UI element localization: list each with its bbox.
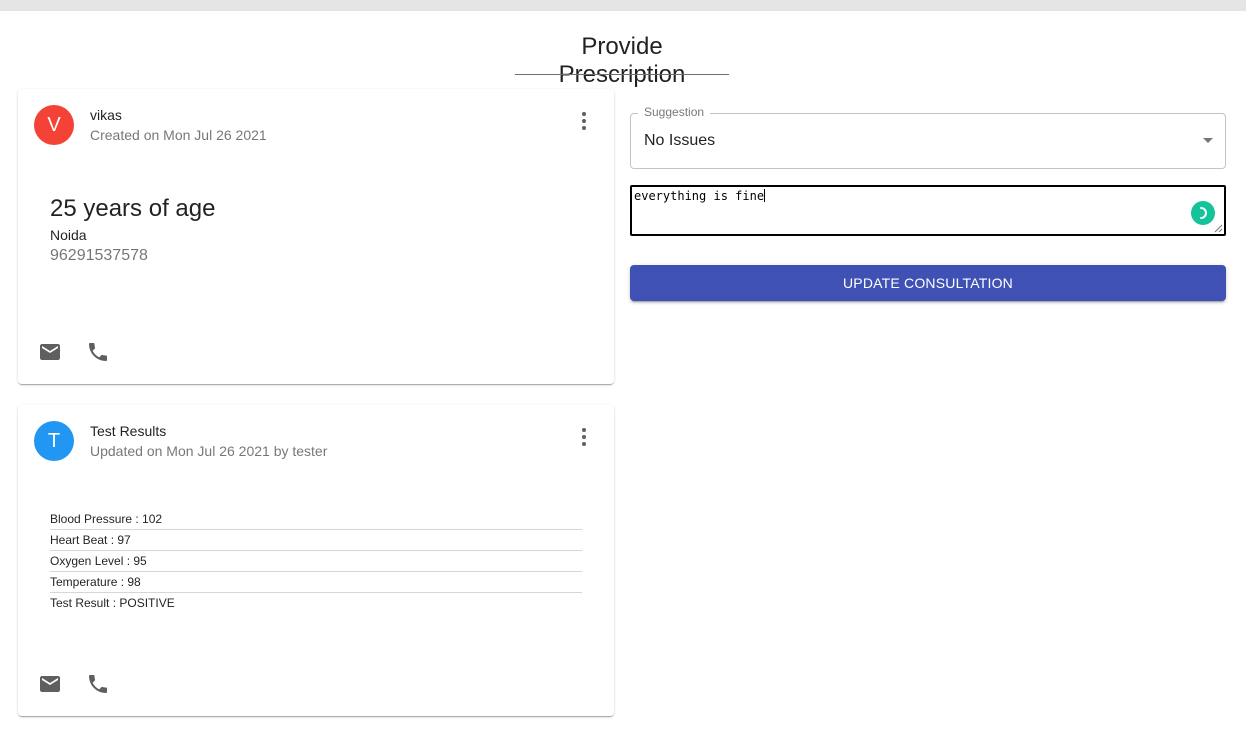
result-row: Temperature : 98 [50,572,582,593]
email-button[interactable] [38,672,62,696]
call-button[interactable] [86,672,110,696]
grammarly-glyph-icon [1200,207,1207,219]
more-vert-icon [582,112,586,130]
patient-phone: 96291537578 [50,247,148,264]
notes-textarea[interactable]: everything is fine [630,185,1226,236]
grammarly-icon[interactable] [1191,201,1215,225]
patient-age: 25 years of age [50,195,216,222]
suggestion-label: Suggestion [638,105,711,119]
phone-icon [89,343,107,361]
patient-created-date: Created on Mon Jul 26 2021 [90,127,267,143]
result-row: Blood Pressure : 102 [50,509,582,530]
more-options-button[interactable] [572,425,596,449]
suggestion-select[interactable]: No Issues [630,113,1226,169]
phone-icon [89,675,107,693]
mail-icon [40,344,60,360]
patient-name: vikas [90,107,122,123]
results-updated-date: Updated on Mon Jul 26 2021 by tester [90,443,328,459]
patient-avatar: V [34,105,74,145]
update-consultation-button[interactable]: UPDATE CONSULTATION [630,265,1226,301]
dropdown-arrow-icon [1203,138,1213,143]
call-button[interactable] [86,340,110,364]
card-actions [38,340,110,364]
page-title: Provide Prescription [558,33,686,88]
title-underline [515,74,729,75]
patient-city: Noida [50,227,87,243]
notes-text: everything is fine [634,189,765,203]
card-actions [38,672,110,696]
result-row: Test Result : POSITIVE [50,596,175,610]
patient-card: V vikas Created on Mon Jul 26 2021 25 ye… [18,89,614,384]
results-list: Blood Pressure : 102 Heart Beat : 97 Oxy… [50,509,582,614]
results-title: Test Results [90,423,167,439]
browser-top-strip [0,0,1246,11]
email-button[interactable] [38,340,62,364]
more-options-button[interactable] [572,109,596,133]
result-row: Heart Beat : 97 [50,530,582,551]
suggestion-selected-value: No Issues [644,132,716,149]
more-vert-icon [582,428,586,446]
text-caret [764,189,766,202]
result-row: Oxygen Level : 95 [50,551,582,572]
test-results-card: T Test Results Updated on Mon Jul 26 202… [18,405,614,716]
resize-handle-icon[interactable] [1214,224,1223,233]
results-avatar: T [34,421,74,461]
mail-icon [40,676,60,692]
